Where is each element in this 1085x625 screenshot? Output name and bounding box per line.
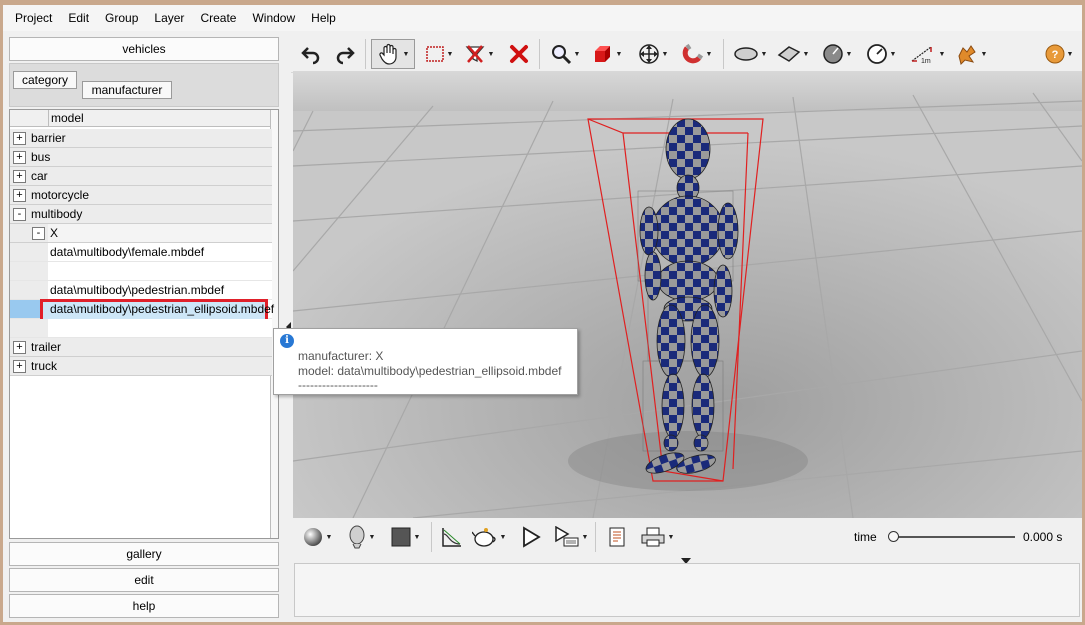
ellipse-icon[interactable]: ▼ [731, 39, 769, 69]
snap-magnet-icon[interactable]: ▼ [679, 39, 715, 69]
time-value: 0.000 s [1023, 530, 1063, 544]
tree-item-label: motorcycle [31, 188, 90, 202]
tree-item-label: multibody [31, 207, 83, 221]
menu-project[interactable]: Project [7, 5, 60, 31]
expand-icon[interactable]: + [13, 360, 26, 373]
plane-icon[interactable]: ▼ [775, 39, 811, 69]
menu-group[interactable]: Group [97, 5, 146, 31]
select-filter-icon[interactable]: ▼ [461, 39, 497, 69]
tree-item-label: data\multibody\pedestrian.mbdef [50, 283, 225, 297]
model-tooltip: i manufacturer: X model: data\multibody\… [273, 328, 578, 395]
tree-item-label: car [31, 169, 48, 183]
help-button[interactable]: help [9, 594, 279, 618]
3d-viewport[interactable] [293, 71, 1082, 518]
teapot-icon[interactable]: ▼ [471, 522, 507, 552]
menu-layer[interactable]: Layer [146, 5, 192, 31]
expand-icon[interactable]: + [13, 170, 26, 183]
collapse-icon[interactable]: - [13, 208, 26, 221]
expand-icon[interactable]: + [13, 341, 26, 354]
color-swatch-icon[interactable]: ▼ [387, 522, 423, 552]
tree-item-manufacturer-x[interactable]: - X [10, 224, 272, 243]
expand-icon[interactable]: + [13, 132, 26, 145]
library-panel: vehicles category manufacturer model + b… [7, 35, 284, 618]
measure-icon[interactable]: 1m ▼ [907, 39, 947, 69]
time-label: time [854, 530, 877, 544]
tree-item-spacer [10, 319, 272, 338]
playback-toolbar: ▼ ▼ ▼ ▼ ▼ ▼ time 0.000 s [291, 518, 1082, 556]
tree-item-car[interactable]: + car [10, 167, 272, 186]
menu-bar: Project Edit Group Layer Create Window H… [3, 5, 1082, 31]
pan-hand-icon[interactable]: ▼ [371, 39, 415, 69]
print-icon[interactable]: ▼ [637, 522, 677, 552]
time-slider-handle[interactable] [888, 531, 899, 542]
tab-category[interactable]: category [13, 71, 77, 89]
info-icon: i [280, 334, 294, 348]
model-tree: model + barrier + bus + car + motorcycle… [9, 109, 279, 539]
edit-button[interactable]: edit [9, 568, 279, 592]
tree-item-pedestrian[interactable]: data\multibody\pedestrian.mbdef [10, 281, 272, 300]
tree-item-label: data\multibody\female.mbdef [50, 245, 205, 259]
grouping-tabs: category manufacturer [9, 63, 279, 107]
collapse-icon[interactable]: - [32, 227, 45, 240]
tree-item-truck[interactable]: + truck [10, 357, 272, 376]
play-steps-icon[interactable]: ▼ [551, 522, 591, 552]
main-toolbar: ▼ ▼ ▼ ▼ ▼ ▼ ▼ ▼ ▼ ▼ ▼ 1m ▼ ▼ ? ▼ [291, 35, 1082, 73]
undo-icon[interactable] [297, 39, 325, 69]
tree-item-label: X [50, 226, 59, 240]
tree-item-label: bus [31, 150, 51, 164]
tree-item-multibody[interactable]: - multibody [10, 205, 272, 224]
tab-manufacturer[interactable]: manufacturer [82, 81, 172, 99]
tree-item-trailer[interactable]: + trailer [10, 338, 272, 357]
vehicles-button[interactable]: vehicles [9, 37, 279, 61]
tree-item-label: trailer [31, 340, 62, 354]
tree-header: model [10, 110, 272, 127]
column-model[interactable]: model [48, 110, 84, 127]
tree-item-female[interactable]: data\multibody\female.mbdef [10, 243, 272, 262]
measure-label: 1m [921, 58, 931, 65]
shading-sphere-icon[interactable]: ▼ [299, 522, 335, 552]
tree-item-motorcycle[interactable]: + motorcycle [10, 186, 272, 205]
tree-item-barrier[interactable]: + barrier [10, 129, 272, 148]
report-icon[interactable] [603, 522, 631, 552]
menu-window[interactable]: Window [244, 5, 303, 31]
tooltip-model: model: data\multibody\pedestrian_ellipso… [298, 364, 562, 378]
menu-edit[interactable]: Edit [60, 5, 97, 31]
tree-item-label: data\multibody\pedestrian_ellipsoid.mbde… [50, 302, 275, 316]
tree-item-label: truck [31, 359, 58, 373]
help-icon[interactable]: ? ▼ [1043, 39, 1075, 69]
tooltip-separator: -------------------- [298, 378, 378, 392]
select-rectangle-icon[interactable]: ▼ [421, 39, 457, 69]
menu-create[interactable]: Create [192, 5, 244, 31]
play-icon[interactable] [517, 522, 545, 552]
delete-icon[interactable] [505, 39, 533, 69]
expand-icon[interactable]: + [13, 189, 26, 202]
tree-item-empty[interactable] [10, 262, 272, 281]
sphere-icon[interactable]: ▼ [819, 39, 855, 69]
tooltip-manufacturer: manufacturer: X [298, 349, 384, 363]
menu-help[interactable]: Help [303, 5, 344, 31]
time-slider-track[interactable] [889, 536, 1015, 538]
svg-text:?: ? [1051, 49, 1058, 61]
tree-item-bus[interactable]: + bus [10, 148, 272, 167]
gear-puzzle-icon[interactable]: ▼ [951, 39, 989, 69]
redo-icon[interactable] [331, 39, 359, 69]
expand-icon[interactable]: + [13, 151, 26, 164]
zoom-icon[interactable]: ▼ [547, 39, 583, 69]
application-window: Project Edit Group Layer Create Window H… [3, 5, 1082, 622]
gallery-button[interactable]: gallery [9, 542, 279, 566]
scene-canvas[interactable] [293, 71, 1082, 518]
head-avatar-icon[interactable]: ▼ [343, 522, 379, 552]
output-panel[interactable] [294, 563, 1080, 617]
tree-item-pedestrian-ellipsoid[interactable]: data\multibody\pedestrian_ellipsoid.mbde… [10, 299, 275, 322]
gauge-icon[interactable]: ▼ [863, 39, 899, 69]
graph-icon[interactable] [437, 522, 465, 552]
cube-icon[interactable]: ▼ [589, 39, 625, 69]
move-icon[interactable]: ▼ [635, 39, 671, 69]
tree-item-label: barrier [31, 131, 66, 145]
